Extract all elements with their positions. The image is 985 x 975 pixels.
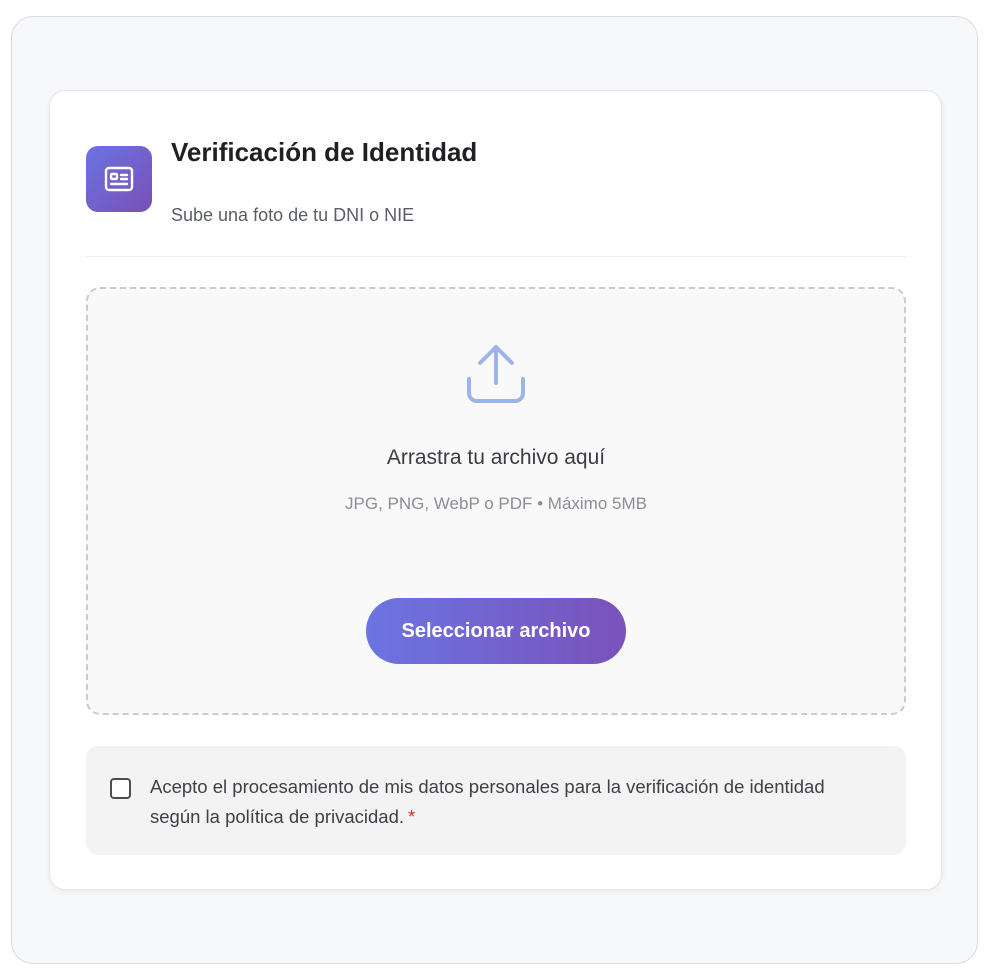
file-dropzone[interactable]: Arrastra tu archivo aquí JPG, PNG, WebP … — [86, 287, 906, 715]
page-title: Verificación de Identidad — [171, 137, 478, 167]
dropzone-formats: JPG, PNG, WebP o PDF • Máximo 5MB — [345, 494, 647, 513]
upload-icon — [467, 345, 525, 403]
required-mark: * — [408, 806, 416, 827]
id-card-icon — [86, 146, 152, 212]
select-file-button[interactable]: Seleccionar archivo — [366, 598, 626, 664]
card-header: Verificación de Identidad Sube una foto … — [86, 135, 906, 257]
consent-box: Acepto el procesamiento de mis datos per… — [86, 746, 906, 855]
dropzone-title: Arrastra tu archivo aquí — [386, 446, 606, 469]
consent-text: Acepto el procesamiento de mis datos per… — [150, 776, 825, 827]
consent-checkbox[interactable] — [110, 778, 131, 799]
verification-card: Verificación de Identidad Sube una foto … — [49, 90, 942, 890]
page-background: Verificación de Identidad Sube una foto … — [11, 16, 978, 964]
page-subtitle: Sube una foto de tu DNI o NIE — [171, 205, 415, 225]
consent-label: Acepto el procesamiento de mis datos per… — [150, 772, 850, 832]
